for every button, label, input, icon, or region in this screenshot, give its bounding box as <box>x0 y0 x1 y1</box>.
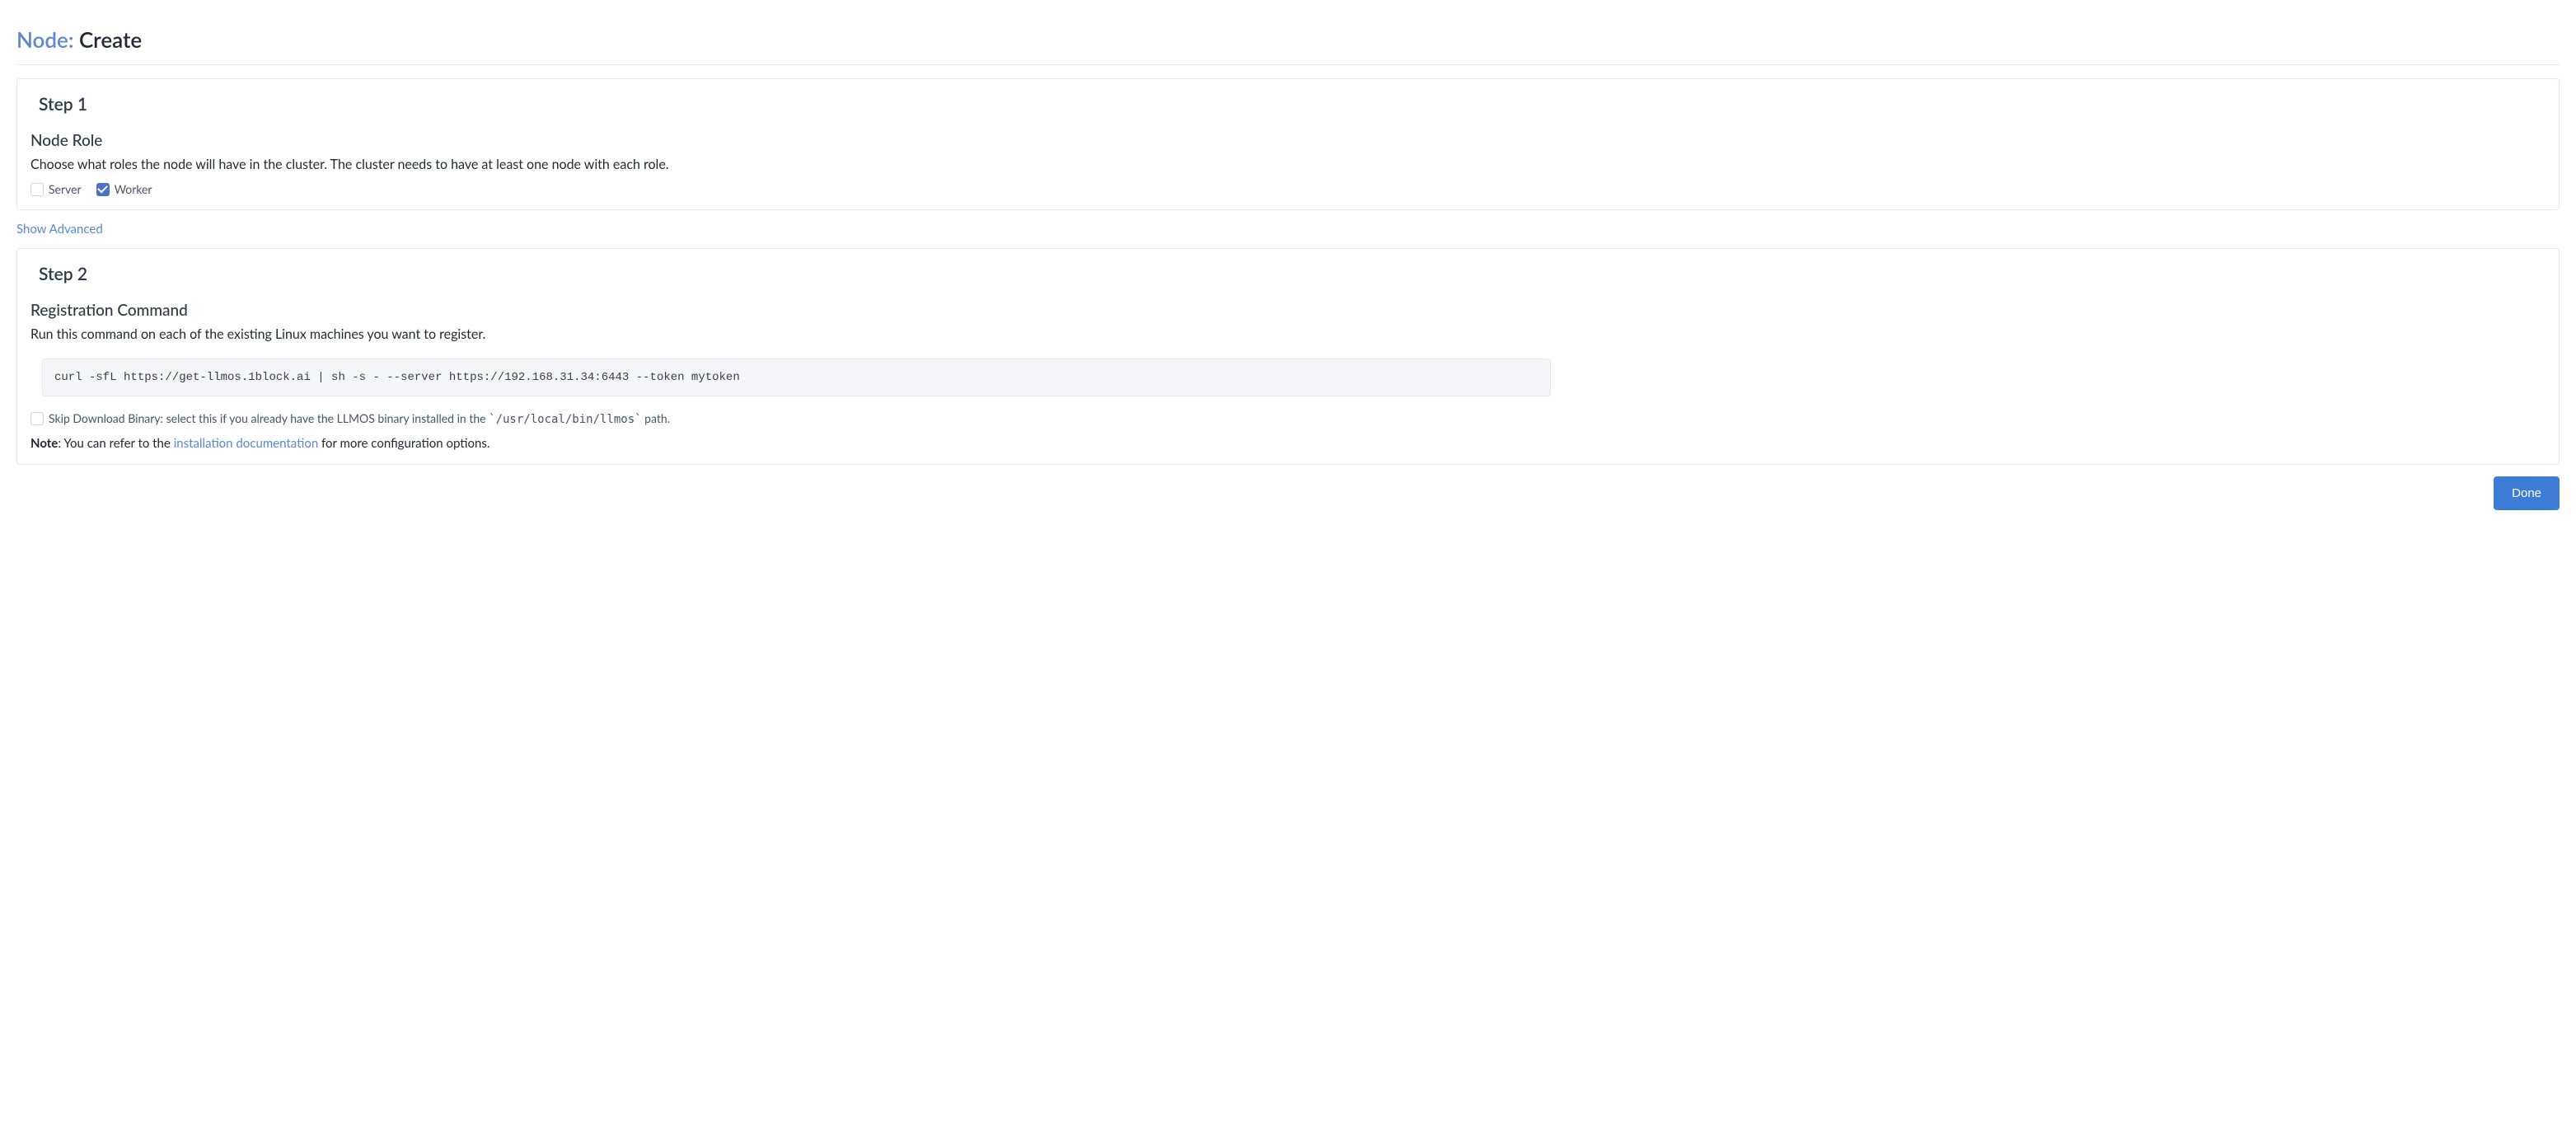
done-button[interactable]: Done <box>2494 476 2560 510</box>
registration-command-code[interactable]: curl -sfL https://get-llmos.1block.ai | … <box>42 359 1551 396</box>
skip-label-prefix: Skip Download Binary: select this if you… <box>49 411 489 425</box>
actions-row: Done <box>16 476 2560 510</box>
checkbox-icon <box>96 183 110 196</box>
note-prefix: : You can refer to the <box>58 436 173 451</box>
checkbox-icon <box>30 412 44 425</box>
skip-label-suffix: path. <box>642 411 670 425</box>
note-bold: Note <box>30 436 58 451</box>
page-header-prefix: Node: <box>16 26 79 53</box>
step2-title: Step 2 <box>39 264 2537 284</box>
role-server-label: Server <box>49 182 82 196</box>
role-worker-label: Worker <box>115 182 152 196</box>
page-header: Node: Create <box>16 16 2560 65</box>
step1-title: Step 1 <box>39 94 2537 115</box>
note-line: Note: You can refer to the installation … <box>30 436 2546 451</box>
note-suffix: for more configuration options. <box>318 436 489 451</box>
role-worker-checkbox[interactable]: Worker <box>96 182 152 196</box>
skip-code-path: `/usr/local/bin/llmos` <box>489 413 641 426</box>
node-role-title: Node Role <box>30 131 2546 150</box>
step1-card: Step 1 Node Role Choose what roles the n… <box>16 78 2560 210</box>
page-header-title: Create <box>79 26 142 53</box>
installation-doc-link[interactable]: installation documentation <box>174 436 319 451</box>
role-server-checkbox[interactable]: Server <box>30 182 82 196</box>
skip-download-row: Skip Download Binary: select this if you… <box>30 411 2546 426</box>
role-checkbox-row: Server Worker <box>30 182 2546 196</box>
show-advanced-link[interactable]: Show Advanced <box>16 222 103 237</box>
skip-download-label: Skip Download Binary: select this if you… <box>49 411 670 426</box>
node-role-desc: Choose what roles the node will have in … <box>30 157 2546 172</box>
skip-download-checkbox[interactable]: Skip Download Binary: select this if you… <box>30 411 670 426</box>
step2-card: Step 2 Registration Command Run this com… <box>16 248 2560 465</box>
registration-command-title: Registration Command <box>30 301 2546 320</box>
registration-command-desc: Run this command on each of the existing… <box>30 326 2546 342</box>
checkbox-icon <box>30 183 44 196</box>
